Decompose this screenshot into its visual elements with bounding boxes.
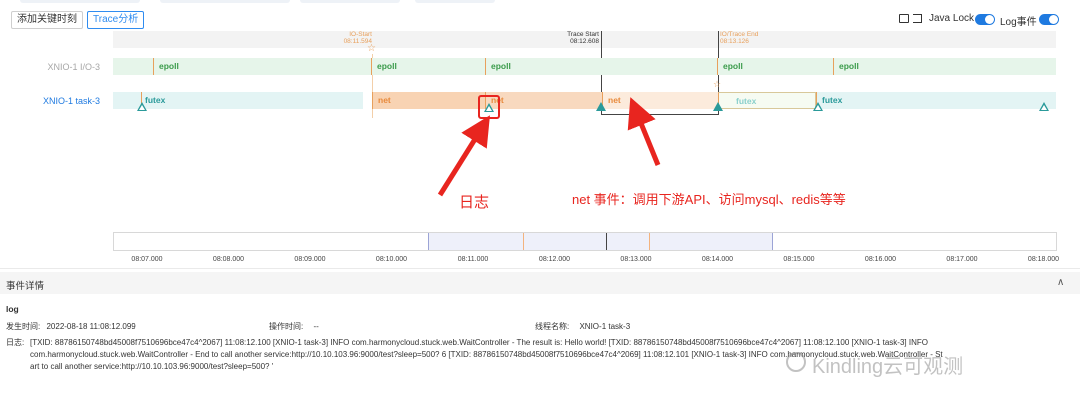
trace-end-marker-label: IO/Trace End 08:13.126 — [720, 31, 800, 45]
detail-title: 事件详情 — [6, 281, 45, 292]
io-start-marker-label: IO-Start 08:11.594 — [308, 31, 372, 45]
axis-tick-label: 08:12.000 — [538, 256, 571, 263]
io-start-time: 08:11.594 — [343, 38, 372, 45]
log-label: 日志: — [6, 338, 25, 347]
log-event-icon-inner — [1041, 105, 1047, 110]
epoll-segment[interactable]: epoll — [717, 58, 831, 75]
thread-label-io[interactable]: XNIO-1 I/O-3 — [0, 62, 100, 72]
epoll-segment[interactable]: epoll — [485, 58, 715, 75]
time-label: 发生时间: — [6, 322, 41, 331]
epoll-segment[interactable]: epoll — [371, 58, 485, 75]
fullscreen-icon[interactable] — [899, 14, 909, 23]
op-time-value: -- — [313, 322, 319, 331]
overview-selection[interactable] — [428, 233, 773, 250]
overview-marker — [606, 233, 607, 250]
axis-tick-label: 08:15.000 — [783, 256, 815, 263]
time-value: 2022-08-18 11:08:12.099 — [46, 322, 136, 331]
java-lock-toggle[interactable] — [975, 14, 995, 25]
trace-end-star-icon: ☆ — [713, 79, 722, 89]
axis-tick-label: 08:14.000 — [701, 256, 734, 263]
net-arrow — [627, 97, 661, 166]
axis-tick-label: 08:11.000 — [457, 256, 489, 263]
overview-marker — [649, 233, 650, 250]
epoll-segment[interactable]: epoll — [833, 58, 1033, 75]
thread-name-value: XNIO-1 task-3 — [579, 322, 631, 331]
watermark-logo-icon — [786, 352, 806, 372]
io-track: epoll epoll epoll epoll epoll — [113, 58, 1056, 75]
add-keyframe-button[interactable]: 添加关键时刻 — [11, 11, 83, 29]
log-arrow — [437, 115, 490, 197]
axis-tick-label: 08:17.000 — [946, 256, 978, 263]
futex-segment[interactable]: futex — [816, 92, 1056, 109]
axis-tick-label: 08:13.000 — [620, 256, 652, 263]
detail-type: log — [6, 304, 19, 314]
axis-tick-label: 08:16.000 — [864, 256, 897, 263]
overview-marker — [523, 233, 524, 250]
net-annotation: net 事件：调用下游API、访问mysql、redis等等 — [572, 192, 846, 207]
log-event-label: Log事件 — [1000, 17, 1037, 28]
axis-tick-label: 08:18.000 — [1027, 256, 1060, 263]
log-event-icon-inner — [815, 105, 821, 110]
time-row: 发生时间: 2022-08-18 11:08:12.099 — [6, 321, 136, 332]
log-line: [TXID: 88786150748bd45008f7510696bce47c4… — [30, 338, 928, 347]
trace-end-time: 08:13.126 — [720, 38, 749, 45]
log-event-toggle[interactable] — [1039, 14, 1059, 25]
collapse-chevron-icon[interactable]: ∧ — [1057, 277, 1064, 288]
axis-tick-label: 08:07.000 — [131, 256, 163, 263]
divider — [0, 268, 1080, 269]
thread-row: 线程名称: XNIO-1 task-3 — [535, 321, 630, 332]
detail-header — [0, 272, 1080, 294]
watermark: Kindling云可观测 — [812, 356, 964, 378]
trace-start-time: 08:12.608 — [570, 38, 599, 45]
log-annotation: 日志 — [459, 194, 490, 211]
overview-bar[interactable] — [113, 232, 1057, 251]
time-axis: 08:07.000 08:08.000 08:09.000 08:10.000 08:1… — [0, 256, 1080, 266]
trace-start-marker-label: Trace Start 08:12.608 — [540, 31, 599, 45]
java-lock-label: Java Lock — [929, 13, 975, 24]
io-start-star-icon: ☆ — [367, 43, 376, 54]
futex-segment[interactable]: futex — [113, 92, 363, 109]
trace-start-title: Trace Start — [567, 31, 599, 38]
thread-label-task[interactable]: XNIO-1 task-3 — [0, 96, 100, 106]
log-event-icon-inner — [139, 105, 145, 110]
axis-tick-label: 08:10.000 — [375, 256, 408, 263]
top-strip — [0, 0, 1080, 6]
op-time-row: 操作时间: -- — [269, 321, 319, 332]
io-start-title: IO-Start — [349, 31, 372, 38]
trace-analysis-button[interactable]: Trace分析 — [87, 11, 145, 29]
epoll-segment[interactable]: epoll — [153, 58, 363, 75]
axis-tick-label: 08:08.000 — [212, 256, 245, 263]
axis-tick-label: 08:09.000 — [294, 256, 326, 263]
op-time-label: 操作时间: — [269, 322, 304, 331]
thread-name-label: 线程名称: — [535, 322, 570, 331]
exit-icon[interactable] — [913, 14, 922, 23]
trace-end-title: IO/Trace End — [720, 31, 759, 38]
